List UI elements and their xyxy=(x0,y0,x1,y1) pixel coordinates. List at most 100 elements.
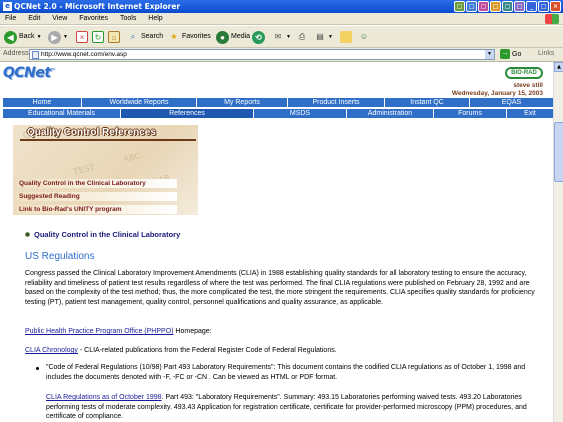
media-icon: ● xyxy=(216,30,229,44)
print-button[interactable]: ⎙ xyxy=(296,30,308,44)
menu-file[interactable]: File xyxy=(0,13,21,25)
minimize-icon[interactable]: _ xyxy=(526,1,537,12)
back-button[interactable]: ◀ Back ▼ xyxy=(4,30,42,44)
menu-view[interactable]: View xyxy=(47,13,72,25)
section-links: Quality Control in the Clinical Laborato… xyxy=(17,179,177,218)
media-button[interactable]: ● Media xyxy=(216,30,250,44)
phppo-line: Public Health Practice Program Office (P… xyxy=(25,327,535,337)
nav-administration[interactable]: Administration xyxy=(347,109,433,118)
dropdown-arrow-icon[interactable]: ▼ xyxy=(37,30,42,44)
clia-chronology-link[interactable]: CLIA Chronology xyxy=(25,347,78,354)
section-heading: Quality Control in the Clinical Laborato… xyxy=(25,230,180,239)
menu-tools[interactable]: Tools xyxy=(115,13,141,25)
home-button[interactable]: ⌂ xyxy=(108,30,120,44)
edit-icon: ▤ xyxy=(316,32,324,41)
user-info: steve still Wednesday, January 15, 2003 xyxy=(452,82,543,98)
nav-home[interactable]: Home xyxy=(3,98,81,107)
search-label: Search xyxy=(141,33,164,40)
page-icon xyxy=(32,51,39,59)
nav-my-reports[interactable]: My Reports xyxy=(197,98,287,107)
dropdown-arrow-icon[interactable]: ▼ xyxy=(63,30,68,44)
back-arrow-icon: ◀ xyxy=(4,30,17,44)
nav-references[interactable]: References xyxy=(121,109,253,118)
nav-product-inserts[interactable]: Product Inserts xyxy=(288,98,384,107)
phppo-link[interactable]: Public Health Practice Program Office (P… xyxy=(25,328,173,335)
history-button[interactable]: ⟲ xyxy=(252,30,265,44)
dropdown-arrow-icon[interactable]: ▼ xyxy=(286,30,291,44)
search-button[interactable]: ⌕ Search xyxy=(127,30,163,44)
messenger-button[interactable]: ☺ xyxy=(358,30,370,44)
address-bar: Address http://www.qcnet.com/env.asp ▼ →… xyxy=(0,48,563,62)
forward-arrow-icon: ▶ xyxy=(48,30,61,44)
maximize-icon[interactable]: □ xyxy=(538,1,549,12)
bullet-icon xyxy=(25,232,30,237)
scroll-thumb[interactable] xyxy=(554,122,563,182)
current-date: Wednesday, January 15, 2003 xyxy=(451,90,543,97)
edit-button[interactable]: ▤ ▼ xyxy=(314,30,333,44)
links-button[interactable]: Links xyxy=(538,50,554,57)
star-icon: ★ xyxy=(170,32,178,41)
refresh-button[interactable]: ↻ xyxy=(92,30,104,44)
discuss-button[interactable] xyxy=(340,30,352,44)
back-label: Back xyxy=(19,33,35,40)
list-item: "Code of Federal Regulations (10/98) Par… xyxy=(46,364,526,381)
qcnet-logo[interactable]: QCNet™ xyxy=(3,65,56,81)
history-icon: ⟲ xyxy=(252,30,265,44)
refresh-icon: ↻ xyxy=(92,31,104,43)
nav-row-primary: Home Worldwide Reports My Reports Produc… xyxy=(3,98,553,107)
logo-text: QCNet xyxy=(3,65,51,81)
tray-app-icon[interactable]: □ xyxy=(490,1,501,12)
nav-educational-materials[interactable]: Educational Materials xyxy=(3,109,120,118)
nav-forums[interactable]: Forums xyxy=(434,109,506,118)
scroll-up-icon[interactable]: ▲ xyxy=(554,62,563,72)
link-unity-program[interactable]: Link to Bio-Rad's UNITY program xyxy=(17,205,177,214)
menu-favorites[interactable]: Favorites xyxy=(74,13,113,25)
link-suggested-reading[interactable]: Suggested Reading xyxy=(17,192,177,201)
tray-app-icon[interactable]: □ xyxy=(466,1,477,12)
stop-icon: × xyxy=(76,31,88,43)
nav-eqas[interactable]: EQAS xyxy=(470,98,553,107)
close-icon[interactable]: × xyxy=(550,1,561,12)
link-qc-clinical-lab[interactable]: Quality Control in the Clinical Laborato… xyxy=(17,179,177,188)
mail-icon: ✉ xyxy=(274,32,282,41)
tray-app-icon[interactable]: □ xyxy=(478,1,489,12)
address-url: http://www.qcnet.com/env.asp xyxy=(41,51,127,58)
username: steve still xyxy=(513,82,543,89)
banner-title: Quality Control References xyxy=(27,127,156,138)
clia-regulations-link[interactable]: CLIA Regulations as of October 1998 xyxy=(46,394,162,401)
go-label: Go xyxy=(512,50,522,58)
forward-button[interactable]: ▶ ▼ xyxy=(48,30,68,44)
address-input[interactable]: http://www.qcnet.com/env.asp ▼ xyxy=(29,49,495,60)
menu-edit[interactable]: Edit xyxy=(23,13,45,25)
logo-tm: ™ xyxy=(50,67,56,74)
window-title: QCNet 2.0 - Microsoft Internet Explorer xyxy=(14,2,181,11)
windows-logo-icon xyxy=(545,14,559,24)
banner-bg-word: ABC xyxy=(122,151,142,164)
menu-help[interactable]: Help xyxy=(143,13,167,25)
messenger-icon: ☺ xyxy=(359,32,369,41)
tray-app-icon[interactable]: □ xyxy=(502,1,513,12)
vertical-scrollbar[interactable]: ▲ xyxy=(553,62,563,422)
tray-app-icon[interactable]: □ xyxy=(514,1,525,12)
go-arrow-icon: → xyxy=(500,49,510,59)
favorites-button[interactable]: ★ Favorites xyxy=(168,30,210,44)
ie-icon: e xyxy=(3,2,12,11)
dropdown-arrow-icon[interactable]: ▼ xyxy=(328,30,333,44)
nav-instant-qc[interactable]: Instant QC xyxy=(385,98,469,107)
page-content: QCNet™ BIO-RAD steve still Wednesday, Ja… xyxy=(0,62,553,422)
intro-paragraph: Congress passed the Clinical Laboratory … xyxy=(25,270,535,306)
biorad-logo: BIO-RAD xyxy=(505,67,543,79)
window-tray: □ □ □ □ □ □ _ □ × xyxy=(454,1,561,12)
search-icon: ⌕ xyxy=(130,32,136,41)
nav-worldwide-reports[interactable]: Worldwide Reports xyxy=(82,98,196,107)
mail-button[interactable]: ✉ ▼ xyxy=(272,30,291,44)
address-dropdown-icon[interactable]: ▼ xyxy=(485,50,494,59)
go-button[interactable]: → Go xyxy=(500,49,521,59)
nav-msds[interactable]: MSDS xyxy=(254,109,346,118)
chronology-text: - CLIA-related publications from the Fed… xyxy=(77,347,337,354)
nav-exit[interactable]: Exit xyxy=(507,109,553,118)
home-icon: ⌂ xyxy=(108,31,120,43)
section-title: Quality Control in the Clinical Laborato… xyxy=(34,230,181,239)
stop-button[interactable]: × xyxy=(76,30,88,44)
tray-app-icon[interactable]: □ xyxy=(454,1,465,12)
